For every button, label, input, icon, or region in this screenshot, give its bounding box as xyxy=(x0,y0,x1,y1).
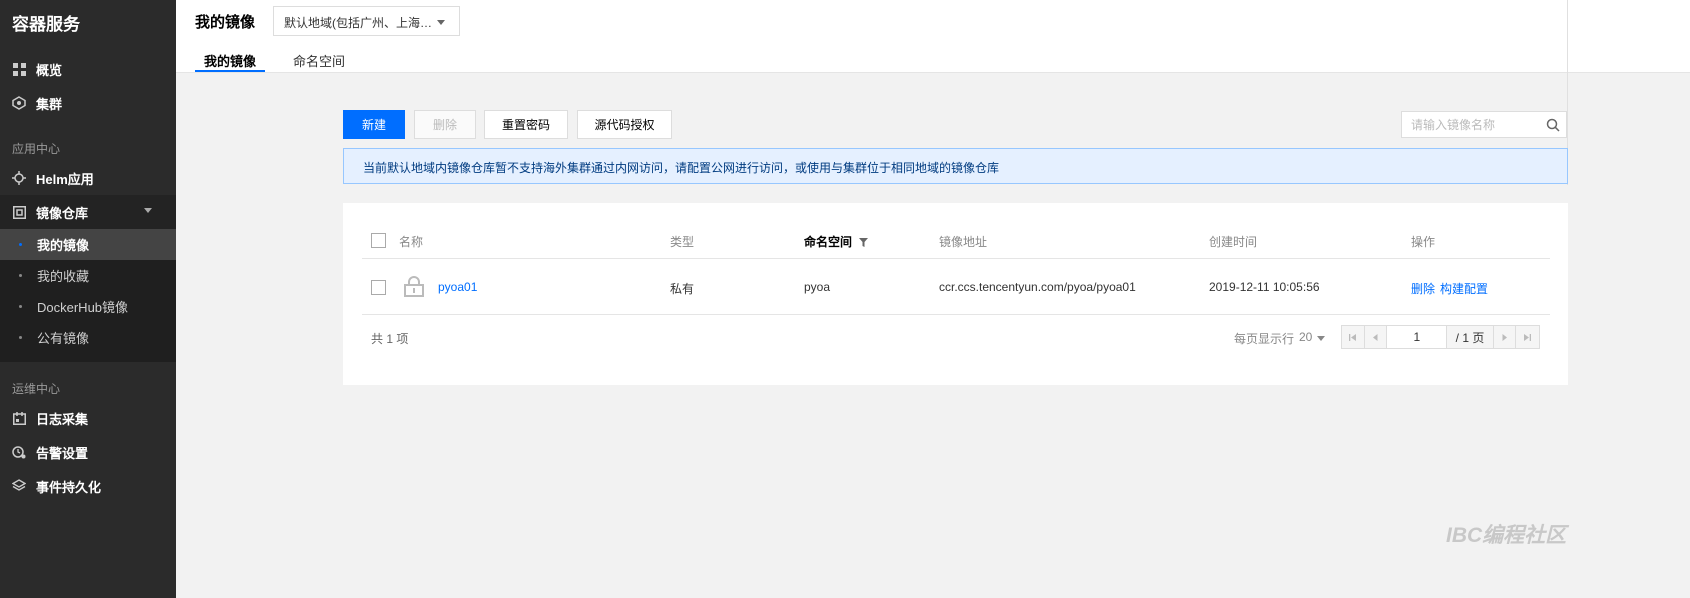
column-header-created: 创建时间 xyxy=(1209,235,1258,249)
sidebar-section-ops: 运维中心 xyxy=(12,382,61,396)
page-header: 我的镜像 默认地域(包括广州、上海… 我的镜像 命名空间 xyxy=(176,0,1690,73)
select-all-checkbox[interactable] xyxy=(371,233,386,248)
region-select-value: 默认地域(包括广州、上海… xyxy=(284,16,432,30)
sidebar-item-alarm-settings[interactable]: 告警设置 xyxy=(0,435,176,469)
header-divider xyxy=(362,258,1550,259)
sidebar-item-registry[interactable]: 镜像仓库 xyxy=(0,195,176,229)
column-header-label: 命名空间 xyxy=(804,235,853,249)
chevron-down-icon xyxy=(144,208,152,213)
sidebar-section-app: 应用中心 xyxy=(12,142,61,156)
region-select[interactable]: 默认地域(包括广州、上海… xyxy=(273,6,460,36)
sidebar-subitem-my-images[interactable]: 我的镜像 xyxy=(0,229,176,260)
prev-page-icon xyxy=(1373,333,1378,341)
tab-my-images[interactable]: 我的镜像 xyxy=(204,51,256,70)
images-table-panel: 名称 类型 命名空间 镜像地址 创建时间 操作 pyoa01 私有 pyoa c… xyxy=(343,203,1568,385)
row-checkbox[interactable] xyxy=(371,280,386,295)
next-page-button[interactable] xyxy=(1493,326,1517,348)
column-header-namespace[interactable]: 命名空间 xyxy=(804,233,869,250)
search-input[interactable] xyxy=(1402,112,1542,137)
alarm-icon xyxy=(12,445,26,459)
first-page-button[interactable] xyxy=(1342,326,1365,348)
image-type: 私有 xyxy=(670,282,695,296)
dashboard-icon xyxy=(12,62,26,76)
watermark-logo: IBC编程社区 xyxy=(1446,524,1567,547)
last-page-icon xyxy=(1524,333,1532,341)
chevron-down-icon xyxy=(1317,336,1325,341)
sidebar-subitem-public-images[interactable]: 公有镜像 xyxy=(0,322,176,353)
source-auth-button[interactable]: 源代码授权 xyxy=(577,110,672,139)
calendar-icon xyxy=(12,411,26,425)
tab-namespace[interactable]: 命名空间 xyxy=(293,51,345,70)
page-title: 我的镜像 xyxy=(195,14,256,31)
sidebar-subitem-label: 我的镜像 xyxy=(37,238,90,253)
sidebar-subitem-label: 公有镜像 xyxy=(37,331,90,346)
image-address: ccr.ccs.tencentyun.com/pyoa/pyoa01 xyxy=(939,280,1136,294)
column-header-actions: 操作 xyxy=(1411,235,1436,249)
column-header-type: 类型 xyxy=(670,235,695,249)
sidebar-item-helm[interactable]: Helm应用 xyxy=(0,161,176,195)
image-namespace: pyoa xyxy=(804,280,831,294)
sidebar-subitem-label: 我的收藏 xyxy=(37,269,90,284)
sidebar-item-label: Helm应用 xyxy=(36,171,94,187)
new-button[interactable]: 新建 xyxy=(343,110,405,139)
notice-banner: 当前默认地域内镜像仓库暂不支持海外集群通过内网访问，请配置公网进行访问，或使用与… xyxy=(343,148,1568,184)
column-header-name: 名称 xyxy=(399,235,424,249)
page-total: / 1 页 xyxy=(1447,326,1494,348)
sidebar-item-event-persistence[interactable]: 事件持久化 xyxy=(0,469,176,503)
sidebar-subitem-dockerhub[interactable]: DockerHub镜像 xyxy=(0,291,176,322)
image-created-time: 2019-12-11 10:05:56 xyxy=(1209,280,1320,294)
helm-icon xyxy=(12,171,26,185)
tab-active-indicator xyxy=(195,70,265,72)
lock-icon xyxy=(403,275,425,300)
reset-password-button[interactable]: 重置密码 xyxy=(484,110,568,139)
per-page-select[interactable]: 20 xyxy=(1299,330,1312,344)
sidebar-subitem-favorites[interactable]: 我的收藏 xyxy=(0,260,176,291)
last-page-button[interactable] xyxy=(1516,326,1539,348)
search-box xyxy=(1401,111,1567,138)
delete-link[interactable]: 删除 xyxy=(1411,280,1435,297)
first-page-icon xyxy=(1349,333,1357,341)
pagination: / 1 页 xyxy=(1341,325,1540,349)
page-number-input[interactable] xyxy=(1387,326,1448,348)
image-name-link[interactable]: pyoa01 xyxy=(438,280,477,294)
bullet-icon xyxy=(19,305,22,308)
sidebar: 容器服务 概览 集群 应用中心 Helm应用 镜像仓库 我的镜像 我的收藏 Do… xyxy=(0,0,176,598)
search-icon[interactable] xyxy=(1546,118,1560,135)
sidebar-title: 容器服务 xyxy=(12,15,80,34)
column-header-address: 镜像地址 xyxy=(939,235,988,249)
sidebar-item-label: 镜像仓库 xyxy=(36,205,89,221)
row-divider xyxy=(362,314,1550,315)
filter-icon[interactable] xyxy=(859,238,869,247)
next-page-icon xyxy=(1502,333,1507,341)
layers-icon xyxy=(12,479,26,493)
registry-icon xyxy=(12,205,26,219)
sidebar-item-label: 日志采集 xyxy=(36,411,89,427)
sidebar-item-label: 集群 xyxy=(36,96,63,112)
bullet-icon xyxy=(19,274,22,277)
sidebar-item-label: 事件持久化 xyxy=(36,479,102,495)
sidebar-subitem-label: DockerHub镜像 xyxy=(37,300,129,315)
delete-button[interactable]: 删除 xyxy=(414,110,476,139)
sidebar-item-label: 告警设置 xyxy=(36,445,89,461)
total-count: 共 1 项 xyxy=(371,332,409,346)
prev-page-button[interactable] xyxy=(1364,326,1388,348)
per-page-label: 每页显示行 xyxy=(1234,332,1295,346)
sidebar-item-cluster[interactable]: 集群 xyxy=(0,86,176,120)
bullet-icon xyxy=(19,243,22,246)
chevron-down-icon xyxy=(437,20,445,25)
sidebar-item-label: 概览 xyxy=(36,62,63,78)
sidebar-item-log-collection[interactable]: 日志采集 xyxy=(0,401,176,435)
cluster-icon xyxy=(12,96,26,110)
build-config-link[interactable]: 构建配置 xyxy=(1440,280,1488,297)
sidebar-item-overview[interactable]: 概览 xyxy=(0,52,176,86)
bullet-icon xyxy=(19,336,22,339)
